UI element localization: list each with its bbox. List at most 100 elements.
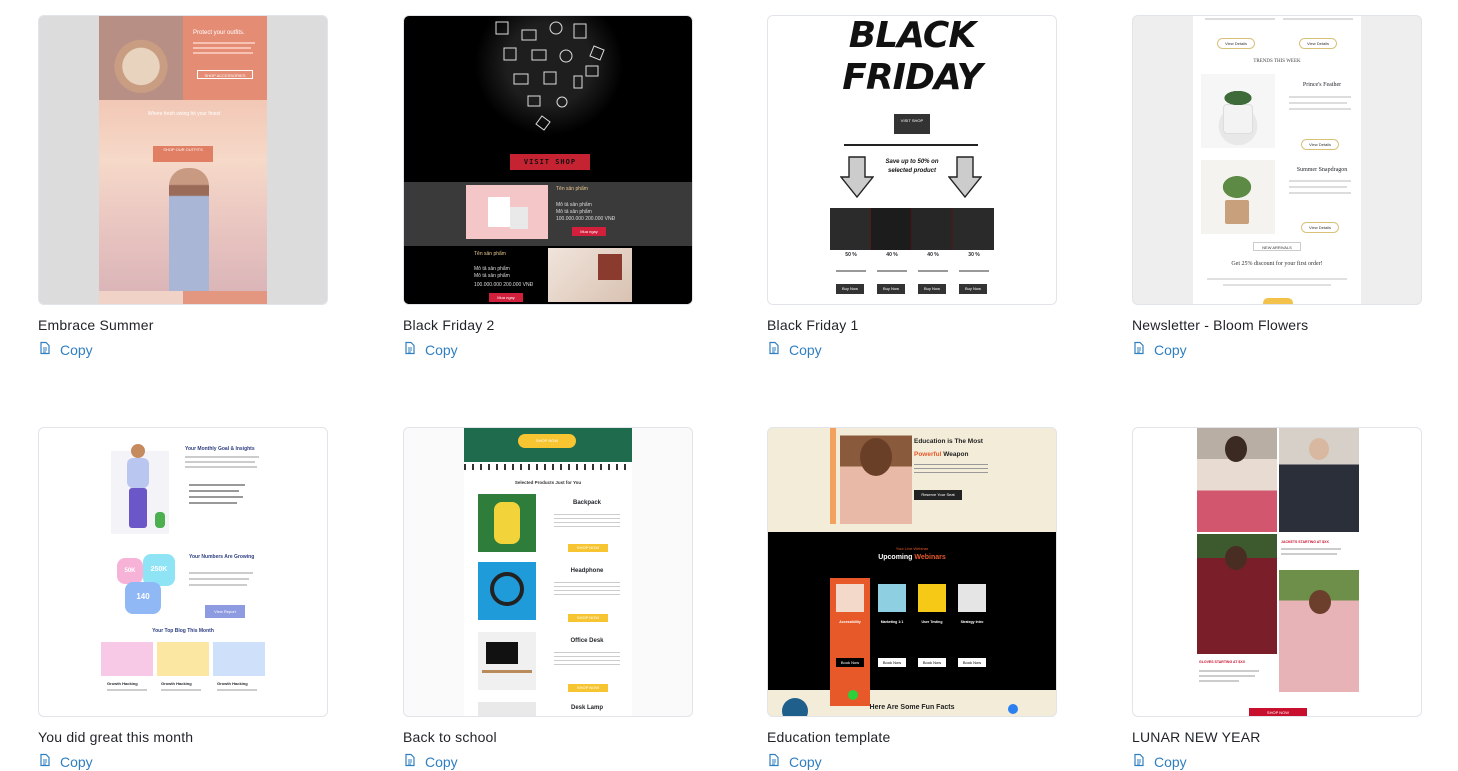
model-image <box>1197 428 1277 532</box>
template-thumbnail[interactable]: View Details View Details TRENDS THIS WE… <box>1132 15 1422 305</box>
discount-label: 30 % <box>968 252 980 258</box>
template-card: JACKETS STARTING AT $XX GLOVES STARTING … <box>1132 427 1422 770</box>
template-thumbnail[interactable]: Your Monthly Goal & Insights 50K 250K 14… <box>38 427 328 717</box>
hero-section: • Education is The Most Powerful Weapon … <box>768 428 1056 532</box>
blog-image <box>213 642 265 676</box>
facts-heading: Here Are Some Fun Facts <box>869 704 955 711</box>
template-card: View Details View Details TRENDS THIS WE… <box>1132 15 1422 358</box>
template-card: • Education is The Most Powerful Weapon … <box>767 427 1057 770</box>
header-banner: SHOP NOW <box>464 428 632 462</box>
copy-button[interactable]: Copy <box>38 341 108 358</box>
divider <box>464 464 632 470</box>
model-image <box>1197 534 1277 654</box>
template-title: Embrace Summer <box>38 317 154 333</box>
template-thumbnail[interactable]: VISIT SHOP Tên sản phẩm Mô tả sản phẩm M… <box>403 15 693 305</box>
copy-label: Copy <box>789 753 822 770</box>
speaker-image <box>878 584 906 612</box>
visit-shop-button: VISIT SHOP <box>510 154 590 170</box>
woman-image <box>840 428 912 524</box>
copy-icon <box>403 753 417 770</box>
product-image <box>466 185 548 239</box>
jackets-promo: JACKETS STARTING AT $XX <box>1281 540 1329 544</box>
section-heading: Your Numbers Are Growing <box>189 554 255 560</box>
view-details-button: View Details <box>1217 38 1255 49</box>
speaker-image <box>836 584 864 612</box>
room-image <box>548 248 632 302</box>
copy-button[interactable]: Copy <box>1132 753 1202 770</box>
visit-shop-button: VISIT SHOP <box>894 114 930 134</box>
tshirt-strip <box>830 208 994 250</box>
discount-label: 40 % <box>886 252 898 258</box>
template-title: You did great this month <box>38 729 194 745</box>
template-title: Newsletter - Bloom Flowers <box>1132 317 1309 333</box>
section-heading: Your Top Blog This Month <box>152 628 214 634</box>
product-name: Tên sản phẩm <box>556 186 588 192</box>
copy-icon <box>403 341 417 358</box>
model-image <box>1279 570 1359 692</box>
product-image <box>478 562 536 620</box>
plant-image <box>1201 74 1275 148</box>
template-title: Back to school <box>403 729 497 745</box>
product-name: Headphone <box>570 568 604 574</box>
headline-friday: FRIDAY <box>842 57 982 98</box>
template-thumbnail[interactable]: Protect your outfits. SHOP ACCESSORIES W… <box>38 15 328 305</box>
copy-label: Copy <box>425 341 458 358</box>
copy-icon <box>38 341 52 358</box>
shop-accessories-button: SHOP ACCESSORIES <box>197 70 253 79</box>
template-card: SHOP NOW Selected Products Just for You … <box>403 427 693 770</box>
discount-text: Get 25% discount for your first order! <box>1231 261 1323 267</box>
copy-label: Copy <box>60 341 93 358</box>
webinars-section: Your Live Webinar Upcoming Webinars Acce… <box>768 532 1056 706</box>
speaker-image <box>958 584 986 612</box>
hero-heading: Education is The Most <box>914 438 983 445</box>
shop-now-button: SHOP NOW <box>1249 708 1307 716</box>
gloves-promo: GLOVES STARTING AT $XX <box>1199 660 1246 664</box>
copy-label: Copy <box>60 753 93 770</box>
email-preview: View Details View Details TRENDS THIS WE… <box>1193 16 1361 304</box>
template-title: Black Friday 2 <box>403 317 495 333</box>
product-row-1: Tên sản phẩm Mô tả sản phẩm Mô tả sản ph… <box>404 182 692 246</box>
template-thumbnail[interactable]: BLACK FRIDAY VISIT SHOP Save up to 50% o… <box>767 15 1057 305</box>
email-preview: JACKETS STARTING AT $XX GLOVES STARTING … <box>1197 428 1359 716</box>
product-row-2: Tên sản phẩm Mô tả sản phẩm Mô tả sản ph… <box>404 246 692 304</box>
template-card: VISIT SHOP Tên sản phẩm Mô tả sản phẩm M… <box>403 15 693 358</box>
hero-accent: Powerful <box>914 451 942 458</box>
copy-icon <box>38 753 52 770</box>
product-name: Desk Lamp <box>570 705 603 711</box>
copy-icon <box>1132 753 1146 770</box>
copy-button[interactable]: Copy <box>403 341 473 358</box>
copy-label: Copy <box>1154 753 1187 770</box>
template-thumbnail[interactable]: JACKETS STARTING AT $XX GLOVES STARTING … <box>1132 427 1422 717</box>
copy-icon <box>767 753 781 770</box>
template-title: LUNAR NEW YEAR <box>1132 729 1261 745</box>
copy-button[interactable]: Copy <box>767 341 837 358</box>
discount-label: 50 % <box>845 252 857 258</box>
copy-button[interactable]: Copy <box>38 753 108 770</box>
shop-outfits-button: SHOP OUR OUTFITS <box>153 146 213 162</box>
copy-button[interactable]: Copy <box>1132 341 1202 358</box>
copy-button[interactable]: Copy <box>767 753 837 770</box>
product-name: Office Desk <box>570 638 604 644</box>
arrow-down-icon <box>840 156 874 198</box>
buy-now-button: Mua ngay <box>572 227 606 236</box>
section-title: TRENDS THIS WEEK <box>1253 59 1301 64</box>
template-thumbnail[interactable]: • Education is The Most Powerful Weapon … <box>767 427 1057 717</box>
email-preview: BLACK FRIDAY VISIT SHOP Save up to 50% o… <box>828 16 996 304</box>
blog-image <box>157 642 209 676</box>
headline-black: BLACK <box>848 15 976 56</box>
email-preview: Protect your outfits. SHOP ACCESSORIES W… <box>99 16 267 304</box>
speaker-image <box>918 584 946 612</box>
template-card: Your Monthly Goal & Insights 50K 250K 14… <box>38 427 328 770</box>
buy-now-button: Buy Now <box>918 284 946 294</box>
shop-now-button: SHOP NOW <box>518 434 576 448</box>
copy-button[interactable]: Copy <box>403 753 473 770</box>
email-preview: Your Monthly Goal & Insights 50K 250K 14… <box>99 428 267 716</box>
copy-label: Copy <box>789 341 822 358</box>
discount-label: 40 % <box>927 252 939 258</box>
section-heading: Your Monthly Goal & Insights <box>185 446 255 452</box>
template-thumbnail[interactable]: SHOP NOW Selected Products Just for You … <box>403 427 693 717</box>
product-name: Prince's Feather <box>1302 82 1342 88</box>
intro-panel: Protect your outfits. SHOP ACCESSORIES <box>183 16 267 100</box>
template-title: Black Friday 1 <box>767 317 859 333</box>
copy-icon <box>1132 341 1146 358</box>
